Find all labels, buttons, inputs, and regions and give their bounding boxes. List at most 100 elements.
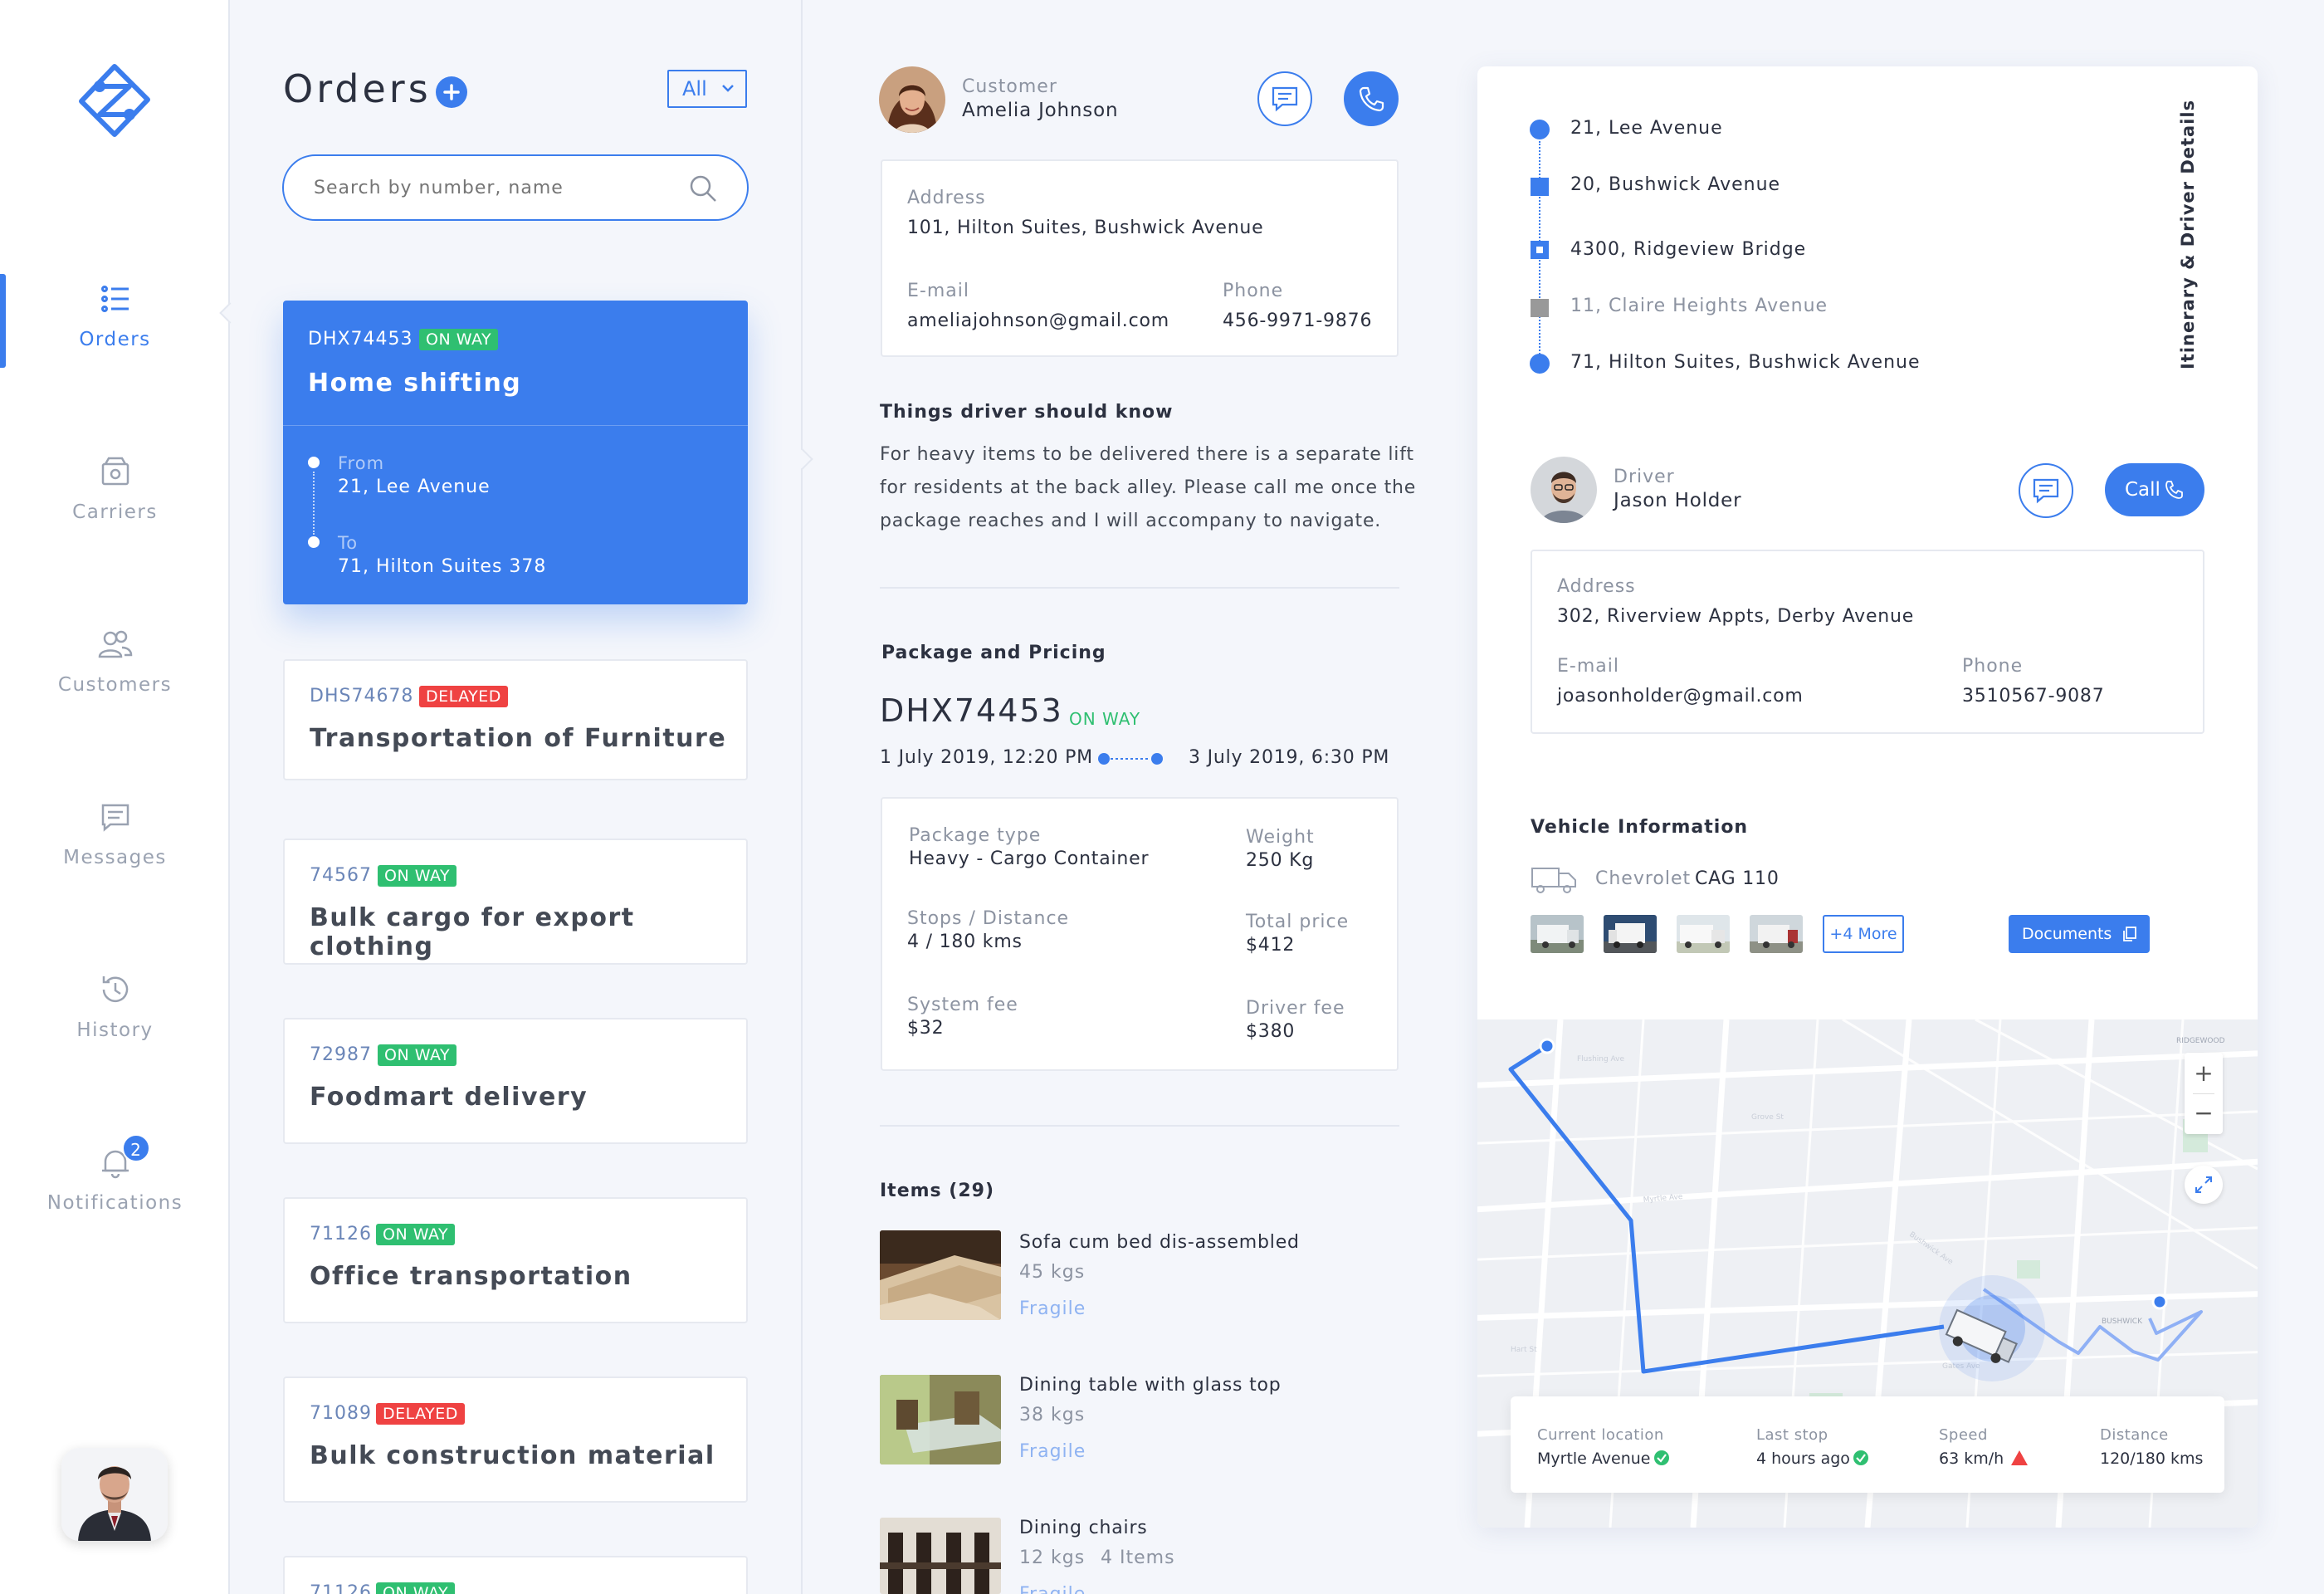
route-end-dot [308, 536, 320, 548]
weight-label: Weight [1246, 827, 1315, 848]
item-count: 4 Items [1101, 1548, 1175, 1568]
order-card[interactable]: DHS74678 DELAYED Transportation of Furni… [283, 659, 748, 780]
call-driver-button[interactable]: Call [2105, 463, 2204, 516]
driver-phone[interactable]: 3510567-9087 [1962, 686, 2105, 707]
vehicle-model: CAG 110 [1695, 868, 1780, 889]
order-card[interactable]: 71126 ON WAY Office transportation [283, 1197, 748, 1323]
status-filter-dropdown[interactable]: All [667, 70, 747, 108]
order-title: Bulk construction material [310, 1441, 715, 1470]
order-card[interactable]: 74567 ON WAY Bulk cargo for export cloth… [283, 839, 748, 965]
route-map[interactable]: Flushing Ave Myrtle Ave Bushwick Ave Har… [1477, 1019, 2258, 1528]
current-location-label: Current location [1537, 1426, 1664, 1444]
vehicle-photo[interactable] [1604, 915, 1657, 953]
search-box[interactable] [282, 154, 749, 221]
package-type: Heavy - Cargo Container [909, 848, 1150, 869]
order-card[interactable]: 71126 ON WAY [283, 1556, 748, 1594]
phone-icon [2165, 480, 2185, 500]
svg-text:Hart St: Hart St [1511, 1346, 1537, 1354]
current-location: Myrtle Avenue [1537, 1450, 1651, 1468]
map-street-label: RIDGEWOOD [2176, 1037, 2225, 1045]
zoom-controls: + − [2185, 1053, 2223, 1134]
last-stop: 4 hours ago [1756, 1450, 1850, 1468]
speed-label: Speed [1939, 1426, 1988, 1444]
orders-column: Orders All DHX74453 ON WAY Home shifting… [230, 0, 803, 1594]
copy-icon [2121, 926, 2138, 942]
address-label: Address [1557, 576, 1636, 597]
status-badge: ON WAY [419, 329, 499, 350]
nav-label: Orders [79, 329, 151, 350]
order-detail-column: Customer Amelia Johnson Address 101, Hil… [803, 0, 1433, 1594]
item-name: Sofa cum bed dis-assembled [1019, 1232, 1300, 1253]
stop-marker-pending [1531, 299, 1549, 317]
package-stops: 4 / 180 kms [907, 931, 1023, 952]
vehicle-photo[interactable] [1677, 915, 1730, 953]
order-title: Transportation of Furniture [310, 724, 727, 753]
customer-label: Customer [962, 76, 1057, 97]
driver-email[interactable]: joasonholder@gmail.com [1557, 686, 1804, 707]
message-driver-button[interactable] [2019, 463, 2073, 518]
customer-avatar [879, 66, 945, 133]
users-icon [97, 626, 134, 663]
add-order-button[interactable] [436, 76, 467, 108]
order-number: DHS74678 [310, 686, 414, 707]
itinerary-stop: 11, Claire Heights Avenue [1570, 296, 1828, 316]
address-label: Address [907, 188, 986, 208]
app-logo[interactable] [75, 61, 154, 141]
nav-customers[interactable]: Customers [0, 626, 230, 696]
order-number: 72987 [310, 1044, 372, 1065]
message-icon [1272, 86, 1298, 112]
search-input[interactable] [314, 171, 671, 204]
nav-carriers[interactable]: Carriers [0, 453, 230, 523]
to-label: To [338, 533, 359, 553]
documents-button[interactable]: Documents [2009, 915, 2150, 953]
order-card-selected[interactable]: DHX74453 ON WAY Home shifting From 21, L… [283, 301, 748, 604]
items-heading: Items (29) [880, 1181, 995, 1201]
order-title: Foodmart delivery [310, 1083, 588, 1112]
divider [283, 425, 748, 426]
search-icon[interactable] [687, 173, 719, 204]
vehicle-photo[interactable] [1531, 915, 1584, 953]
order-title: Home shifting [308, 369, 522, 398]
status-badge: ON WAY [376, 1582, 456, 1594]
package-weight: 250 Kg [1246, 850, 1315, 871]
item-image-table [880, 1375, 1001, 1464]
customer-email[interactable]: ameliajohnson@gmail.com [907, 310, 1169, 331]
vehicle-photo[interactable] [1750, 915, 1803, 953]
package-status: ON WAY [1069, 709, 1141, 729]
call-customer-button[interactable] [1344, 71, 1399, 126]
package-start-time: 1 July 2019, 12:20 PM [880, 747, 1093, 768]
message-icon [2033, 478, 2059, 504]
total-price: $412 [1246, 935, 1296, 956]
to-address: 71, Hilton Suites 378 [338, 556, 547, 577]
more-photos-button[interactable]: +4 More [1823, 915, 1904, 953]
nav-orders[interactable]: Orders [0, 281, 230, 350]
route-line [313, 472, 315, 535]
nav-messages[interactable]: Messages [0, 799, 230, 868]
zoom-out-button[interactable]: − [2185, 1094, 2223, 1132]
item-image-chairs [880, 1518, 1001, 1594]
user-avatar[interactable] [61, 1448, 168, 1541]
message-customer-button[interactable] [1257, 71, 1312, 126]
nav-notifications[interactable]: 2 Notifications [0, 1134, 230, 1214]
from-address: 21, Lee Avenue [338, 477, 491, 497]
customer-name: Amelia Johnson [962, 100, 1119, 121]
notes-heading: Things driver should know [880, 402, 1174, 423]
status-badge: ON WAY [378, 865, 457, 887]
svg-text:Flushing Ave: Flushing Ave [1577, 1055, 1625, 1063]
order-number: 71126 [310, 1582, 372, 1594]
driver-address: 302, Riverview Appts, Derby Avenue [1557, 606, 1915, 627]
last-stop-label: Last stop [1756, 1426, 1828, 1444]
order-card[interactable]: 72987 ON WAY Foodmart delivery [283, 1018, 748, 1144]
nav-history[interactable]: History [0, 971, 230, 1041]
customer-phone[interactable]: 456-9971-9876 [1223, 310, 1372, 331]
vehicle-make: Chevrolet [1595, 868, 1692, 889]
total-price-label: Total price [1246, 912, 1350, 932]
system-fee: $32 [907, 1018, 945, 1039]
fullscreen-button[interactable] [2185, 1166, 2223, 1204]
customer-address: 101, Hilton Suites, Bushwick Avenue [907, 218, 1264, 238]
itinerary-stop: 71, Hilton Suites, Bushwick Avenue [1570, 352, 1921, 373]
itinerary-stop: 20, Bushwick Avenue [1570, 174, 1781, 195]
order-card[interactable]: 71089 DELAYED Bulk construction material [283, 1376, 748, 1503]
distance: 120/180 kms [2100, 1450, 2204, 1468]
zoom-in-button[interactable]: + [2185, 1054, 2223, 1093]
